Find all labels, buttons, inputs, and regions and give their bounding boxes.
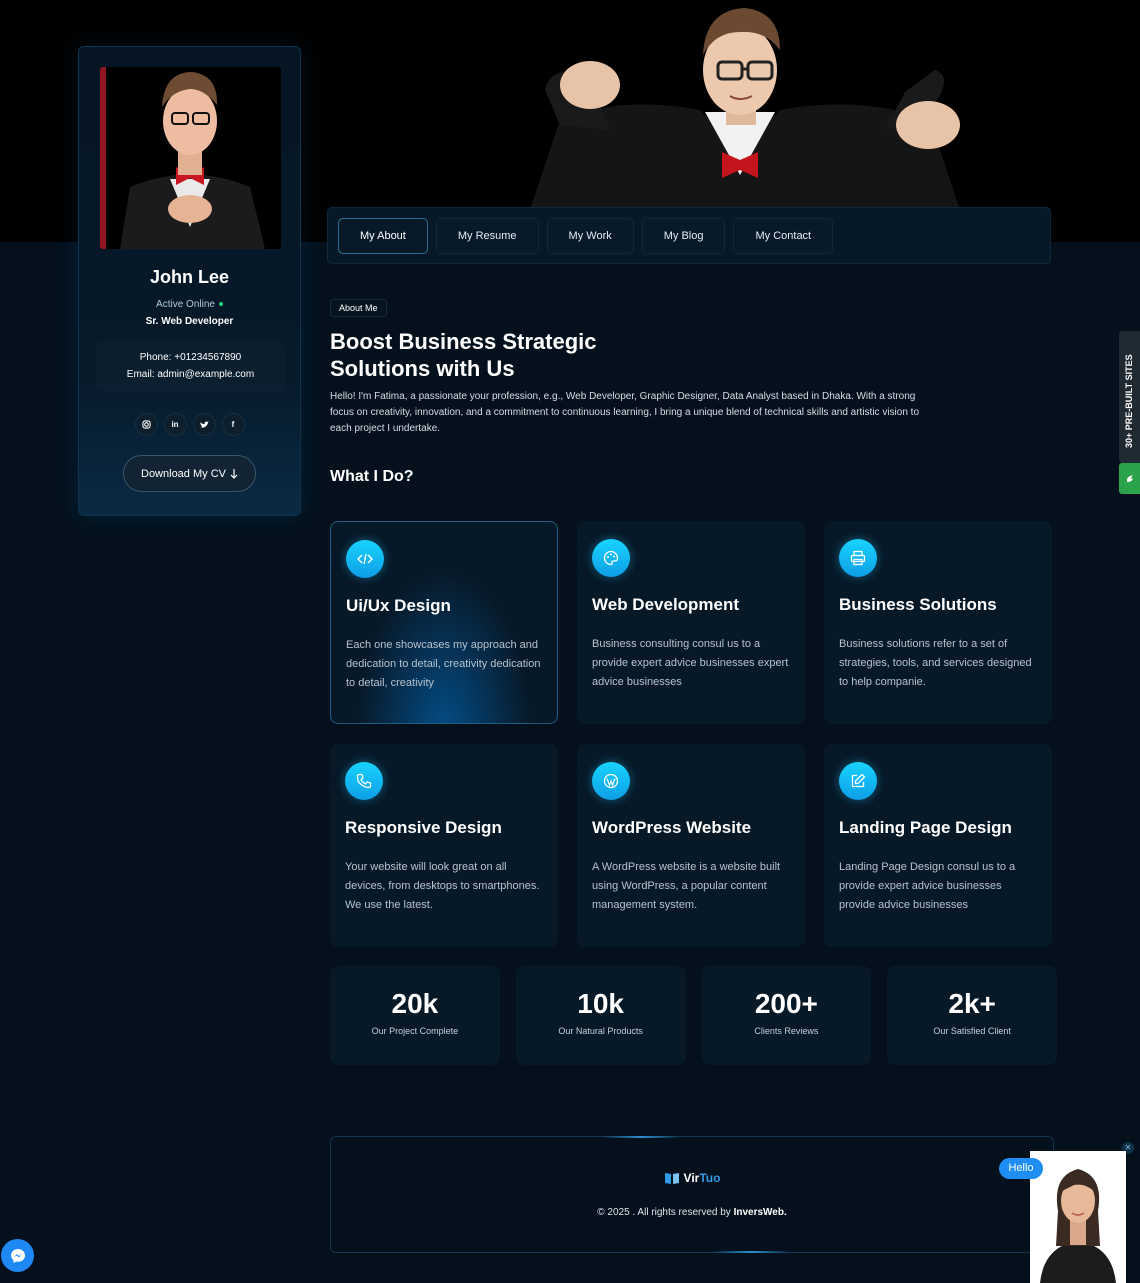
online-dot-icon — [218, 302, 223, 307]
prebuilt-sites-label: 30+ PRE-BUILT SITES — [1124, 354, 1134, 448]
copyright: © 2025 . All rights reserved by InversWe… — [331, 1207, 1053, 1218]
service-card[interactable]: WordPress Website A WordPress website is … — [577, 744, 805, 947]
stat-card: 10k Our Natural Products — [515, 966, 686, 1065]
logo-text-a: Vir — [683, 1171, 700, 1185]
stat-label: Our Project Complete — [371, 1026, 459, 1036]
service-description: Business consulting consul us to a provi… — [592, 638, 789, 688]
stat-label: Our Natural Products — [558, 1026, 643, 1036]
phone-text: Phone: +01234567890 — [139, 352, 242, 363]
profile-card: John Lee Active Online Sr. Web Developer… — [78, 46, 301, 516]
palette-icon — [592, 539, 630, 577]
service-title: WordPress Website — [592, 818, 752, 837]
stat-label: Our Satisfied Client — [933, 1026, 1011, 1036]
service-description: Your website will look great on all devi… — [345, 861, 540, 911]
instagram-icon[interactable] — [134, 413, 158, 436]
services-grid: Ui/Ux Design Each one showcases my approa… — [330, 521, 1054, 947]
profile-photo — [100, 67, 281, 249]
page-title: Boost Business Strategic Solutions with … — [330, 328, 690, 382]
services-heading: What I Do? — [330, 468, 414, 485]
stat-card: 200+ Clients Reviews — [701, 966, 872, 1065]
envato-icon[interactable] — [1119, 463, 1140, 494]
contact-box: Phone: +01234567890 Email: admin@example… — [96, 341, 285, 391]
profile-name: John Lee — [149, 267, 229, 287]
footer-logo[interactable]: Vir Tuo — [331, 1171, 1053, 1185]
messenger-icon — [10, 1248, 25, 1263]
printer-icon — [839, 539, 877, 577]
edit-icon — [839, 762, 877, 800]
status-text: Active Online — [79, 299, 300, 310]
linkedin-icon[interactable]: in — [163, 413, 187, 436]
about-tag: About Me — [330, 299, 387, 317]
service-card[interactable]: Web Development Business consulting consu… — [577, 521, 805, 724]
about-text: Hello! I'm Fatima, a passionate your pro… — [330, 391, 920, 434]
social-links: in f — [79, 413, 300, 436]
stat-value: 20k — [391, 988, 439, 1019]
stat-card: 2k+ Our Satisfied Client — [887, 966, 1057, 1065]
tab-my-about[interactable]: My About — [338, 217, 428, 254]
email-text: Email: admin@example.com — [126, 369, 255, 380]
footer: Vir Tuo © 2025 . All rights reserved by I… — [330, 1136, 1054, 1253]
cv-button-label: Download My CV — [141, 467, 226, 480]
service-card[interactable]: Ui/Ux Design Each one showcases my approa… — [330, 521, 558, 724]
download-cv-button[interactable]: Download My CV — [123, 455, 256, 492]
profile-role: Sr. Web Developer — [145, 316, 234, 327]
stat-card: 20k Our Project Complete — [330, 966, 500, 1065]
stat-value: 2k+ — [948, 988, 996, 1019]
footer-glow — [601, 1136, 681, 1138]
service-title: Responsive Design — [345, 818, 502, 837]
hello-bubble[interactable]: Hello — [999, 1158, 1043, 1179]
service-description: A WordPress website is a website built u… — [592, 861, 781, 911]
title-line-2: Solutions with Us — [330, 356, 515, 381]
copyright-text: © 2025 . All rights reserved by — [597, 1207, 731, 1218]
service-card[interactable]: Landing Page Design Landing Page Design c… — [824, 744, 1052, 947]
messenger-button[interactable] — [1, 1239, 34, 1272]
logo-text-b: Tuo — [699, 1171, 721, 1185]
status-label: Active Online — [156, 299, 215, 310]
stats-row: 20k Our Project Complete 10k Our Natural Pr… — [330, 966, 1057, 1065]
phone-icon — [345, 762, 383, 800]
footer-glow — [711, 1251, 791, 1253]
tab-my-resume[interactable]: My Resume — [435, 217, 539, 254]
stat-label: Clients Reviews — [754, 1026, 819, 1036]
service-description: Business solutions refer to a set of str… — [839, 638, 1032, 688]
hero-photo — [530, 8, 960, 210]
service-card[interactable]: Business Solutions Business solutions ref… — [824, 521, 1052, 724]
tab-my-work[interactable]: My Work — [546, 217, 634, 254]
service-description: Landing Page Design consul us to a provi… — [839, 861, 1016, 911]
assistant-photo — [1030, 1151, 1126, 1283]
tab-my-blog[interactable]: My Blog — [641, 217, 726, 254]
twitter-icon[interactable] — [192, 413, 216, 436]
facebook-icon[interactable]: f — [221, 413, 245, 436]
book-logo-icon — [664, 1173, 679, 1184]
stat-value: 200+ — [754, 988, 818, 1019]
main-nav: My About My Resume My Work My Blog My Contac… — [327, 207, 1051, 264]
code-icon — [346, 540, 384, 578]
service-title: Business Solutions — [839, 595, 997, 614]
service-card[interactable]: Responsive Design Your website will look … — [330, 744, 558, 947]
tab-my-contact[interactable]: My Contact — [733, 217, 834, 254]
service-description: Each one showcases my approach and dedic… — [346, 639, 541, 689]
copyright-brand-link[interactable]: InversWeb. — [734, 1207, 787, 1218]
arrow-down-icon — [230, 468, 238, 479]
service-title: Landing Page Design — [839, 818, 1012, 837]
wordpress-icon — [592, 762, 630, 800]
assistant-widget[interactable] — [1030, 1151, 1126, 1283]
service-title: Web Development — [592, 595, 740, 614]
title-line-1: Boost Business Strategic — [330, 329, 597, 354]
stat-value: 10k — [577, 988, 624, 1019]
service-title: Ui/Ux Design — [346, 596, 451, 615]
